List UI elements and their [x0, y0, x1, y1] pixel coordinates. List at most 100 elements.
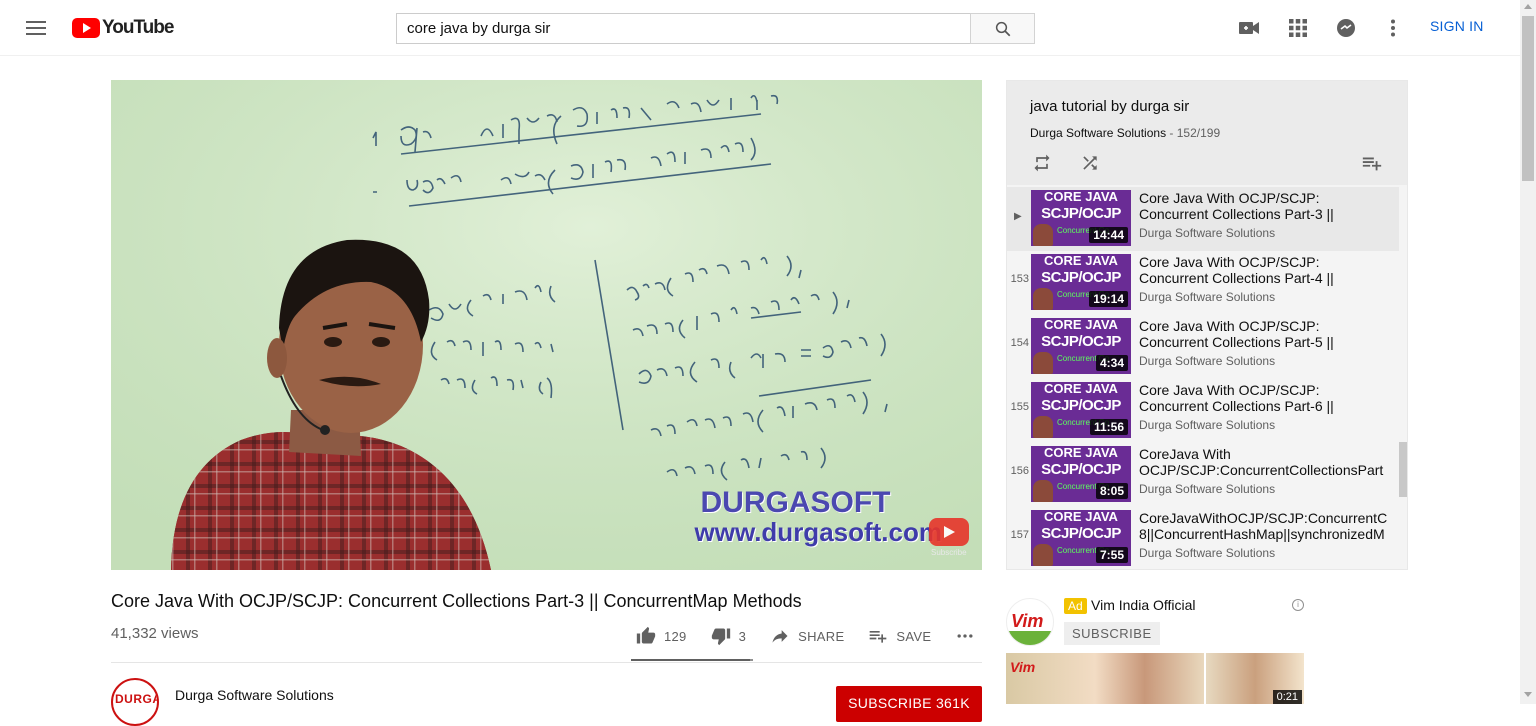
thumbnail-text: SCJP/OCJP [1041, 205, 1121, 222]
advertiser-logo[interactable]: Vim [1006, 598, 1054, 646]
playlist-item-thumbnail[interactable]: CORE JAVA SCJP/OCJP Concurrent Co 14:44 [1031, 190, 1131, 246]
playlist-owner[interactable]: Durga Software Solutions [1030, 126, 1166, 140]
playlist-item-index: 155 [1010, 401, 1029, 413]
playlist-item-thumbnail[interactable]: CORE JAVA SCJP/OCJP Concurrent Co 11:56 [1031, 382, 1131, 438]
video-duration: 14:44 [1089, 227, 1128, 243]
advertiser-logo-text: Vim [1011, 611, 1044, 631]
channel-watermark: DURGASOFT www.durgasoft.com [695, 486, 943, 547]
save-playlist-button[interactable] [1360, 151, 1384, 175]
playlist-item-index: 156 [1010, 465, 1029, 477]
channel-avatar[interactable]: DURGA [111, 678, 159, 726]
share-button[interactable]: SHARE [770, 626, 844, 646]
thumbnail-text: SCJP/OCJP [1041, 269, 1121, 286]
subscribe-button[interactable]: SUBSCRIBE 361K [836, 686, 982, 722]
playlist-item[interactable]: 156 CORE JAVA SCJP/OCJP Concurrent Co 8:05 Co… [1007, 443, 1399, 507]
thumbnail-text: CORE JAVA [1044, 254, 1118, 268]
thumbnail-text: SCJP/OCJP [1041, 397, 1121, 414]
playlist-item[interactable]: 154 CORE JAVA SCJP/OCJP Concurrent Co 4:34 Co… [1007, 315, 1399, 379]
video-duration: 11:56 [1089, 419, 1128, 435]
menu-icon[interactable] [24, 18, 48, 38]
video-actions: 129 3 SHARE SAVE [636, 624, 1007, 648]
watermark-brand: DURGASOFT [700, 486, 891, 519]
playlist-item[interactable]: ▶ CORE JAVA SCJP/OCJP Concurrent Co 14:44 Cor… [1007, 187, 1399, 251]
loop-playlist-button[interactable] [1030, 151, 1054, 175]
ad-subscribe-button[interactable]: SUBSCRIBE [1064, 622, 1160, 645]
playlist-item-thumbnail[interactable]: CORE JAVA SCJP/OCJP Concurrent Co 8:05 [1031, 446, 1131, 502]
channel-name[interactable]: Durga Software Solutions [175, 687, 334, 703]
divider [111, 662, 982, 663]
masthead: YouTube core java by durga sir SIGN IN [0, 0, 1520, 56]
save-button[interactable]: SAVE [868, 626, 931, 646]
playlist-scrollbar-thumb[interactable] [1399, 442, 1407, 497]
playlist-title[interactable]: java tutorial by durga sir [1030, 98, 1189, 115]
now-playing-icon: ▶ [1014, 211, 1022, 222]
info-icon[interactable]: i [1292, 599, 1304, 611]
playlist-panel: java tutorial by durga sir Durga Softwar… [1006, 80, 1408, 570]
ad-thumbnail[interactable]: 0:21 [1206, 653, 1304, 704]
thumbs-down-icon [711, 628, 730, 646]
playlist-item-title: CoreJava With OCJP/SCJP:ConcurrentCollec… [1139, 446, 1384, 478]
search-button[interactable] [970, 13, 1035, 44]
messages-icon[interactable] [1334, 16, 1358, 40]
like-ratio-fill [631, 659, 751, 661]
ad-thumbnail-logo: Vim [1010, 659, 1036, 675]
apps-grid-icon[interactable] [1286, 16, 1310, 40]
playlist-owner-line: Durga Software Solutions - 152/199 [1030, 126, 1221, 140]
search-input[interactable]: core java by durga sir [396, 13, 971, 44]
like-ratio-bar [631, 659, 753, 661]
shuffle-icon [1083, 156, 1097, 170]
playlist-item-channel: Durga Software Solutions [1139, 546, 1276, 560]
playlist-item-channel: Durga Software Solutions [1139, 290, 1276, 304]
video-duration: 19:14 [1089, 291, 1128, 307]
ad-thumbnail[interactable]: Vim [1006, 653, 1204, 704]
video-duration: 7:55 [1095, 547, 1128, 563]
playlist-item[interactable]: 155 CORE JAVA SCJP/OCJP Concurrent Co 11:56 C… [1007, 379, 1399, 443]
like-count: 129 [664, 628, 687, 644]
watermark-subscribe[interactable]: Subscribe [931, 548, 967, 557]
playlist-item[interactable]: 157 CORE JAVA SCJP/OCJP Concurrent Co 7:55 Co… [1007, 507, 1399, 569]
playlist-add-icon [1362, 157, 1382, 171]
thumbs-up-icon [636, 626, 656, 644]
playlist-item-title: Core Java With OCJP/SCJP: Concurrent Col… [1139, 318, 1334, 350]
thumbnail-text: SCJP/OCJP [1041, 461, 1121, 478]
page-scrollbar-thumb[interactable] [1522, 16, 1534, 181]
share-icon [772, 630, 788, 643]
share-label: SHARE [798, 628, 845, 644]
thumbnail-text: CORE JAVA [1044, 318, 1118, 332]
advertiser-name[interactable]: Vim India Official [1091, 597, 1196, 613]
playlist-item-thumbnail[interactable]: CORE JAVA SCJP/OCJP Concurrent Co 4:34 [1031, 318, 1131, 374]
page-scrollbar[interactable] [1520, 0, 1536, 704]
youtube-logo[interactable]: YouTube [72, 17, 174, 39]
youtube-watermark-icon[interactable] [929, 518, 969, 546]
playlist-item[interactable]: 153 CORE JAVA SCJP/OCJP Concurrent Co 19:14 C… [1007, 251, 1399, 315]
ad-badge: Ad [1064, 598, 1087, 614]
video-duration: 8:05 [1095, 483, 1128, 499]
playlist-item-thumbnail[interactable]: CORE JAVA SCJP/OCJP Concurrent Co 7:55 [1031, 510, 1131, 566]
playlist-item-channel: Durga Software Solutions [1139, 354, 1276, 368]
playlist-scrollbar[interactable] [1399, 187, 1407, 569]
playlist-add-icon [870, 631, 887, 643]
video-player[interactable]: DURGASOFT www.durgasoft.com Subscribe [111, 80, 982, 570]
ad-card: Vim Ad Vim India Official i SUBSCRIBE Vi… [1006, 594, 1408, 704]
thumbnail-text: SCJP/OCJP [1041, 333, 1121, 350]
scroll-up-icon[interactable] [1524, 4, 1532, 9]
thumbnail-presenter [1033, 544, 1053, 566]
create-video-icon[interactable] [1237, 16, 1261, 40]
playlist-item-channel: Durga Software Solutions [1139, 226, 1276, 240]
shuffle-playlist-button[interactable] [1078, 151, 1102, 175]
save-label: SAVE [896, 628, 932, 644]
youtube-play-icon [72, 18, 100, 38]
playlist-item-thumbnail[interactable]: CORE JAVA SCJP/OCJP Concurrent Co 19:14 [1031, 254, 1131, 310]
playlist-position: 152/199 [1176, 126, 1221, 140]
more-actions-button[interactable] [955, 626, 983, 646]
sign-in-button[interactable]: SIGN IN [1430, 18, 1484, 34]
scroll-down-icon[interactable] [1524, 692, 1532, 697]
more-horiz-icon [957, 634, 973, 638]
playlist-header: java tutorial by durga sir Durga Softwar… [1007, 81, 1407, 185]
more-vert-icon[interactable] [1381, 16, 1405, 40]
like-button[interactable]: 129 [636, 626, 687, 646]
ad-duration: 0:21 [1272, 690, 1302, 704]
dislike-button[interactable]: 3 [711, 626, 747, 646]
thumbnail-presenter [1033, 288, 1053, 310]
playlist-item-channel: Durga Software Solutions [1139, 482, 1276, 496]
